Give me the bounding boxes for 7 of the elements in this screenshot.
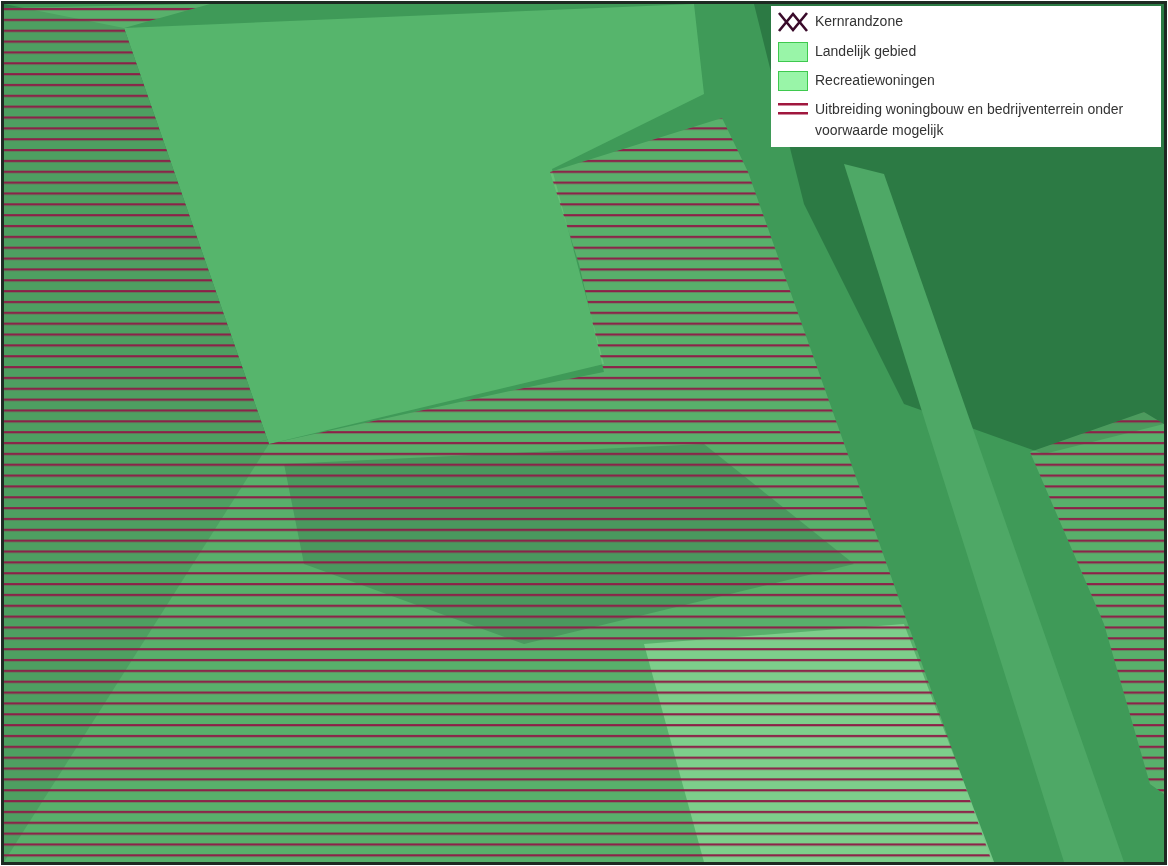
- legend-label: Recreatiewoningen: [815, 71, 935, 90]
- legend-label: Landelijk gebied: [815, 42, 917, 61]
- cross-pattern-icon: [777, 11, 809, 33]
- fill-swatch-icon: [778, 42, 808, 62]
- legend-label: Kernrandzone: [815, 12, 903, 31]
- fill-swatch-icon: [778, 71, 808, 91]
- legend-label: Uitbreiding woningbouw en bedrijventerrein onder voorwaarde mogelijk: [815, 100, 1125, 140]
